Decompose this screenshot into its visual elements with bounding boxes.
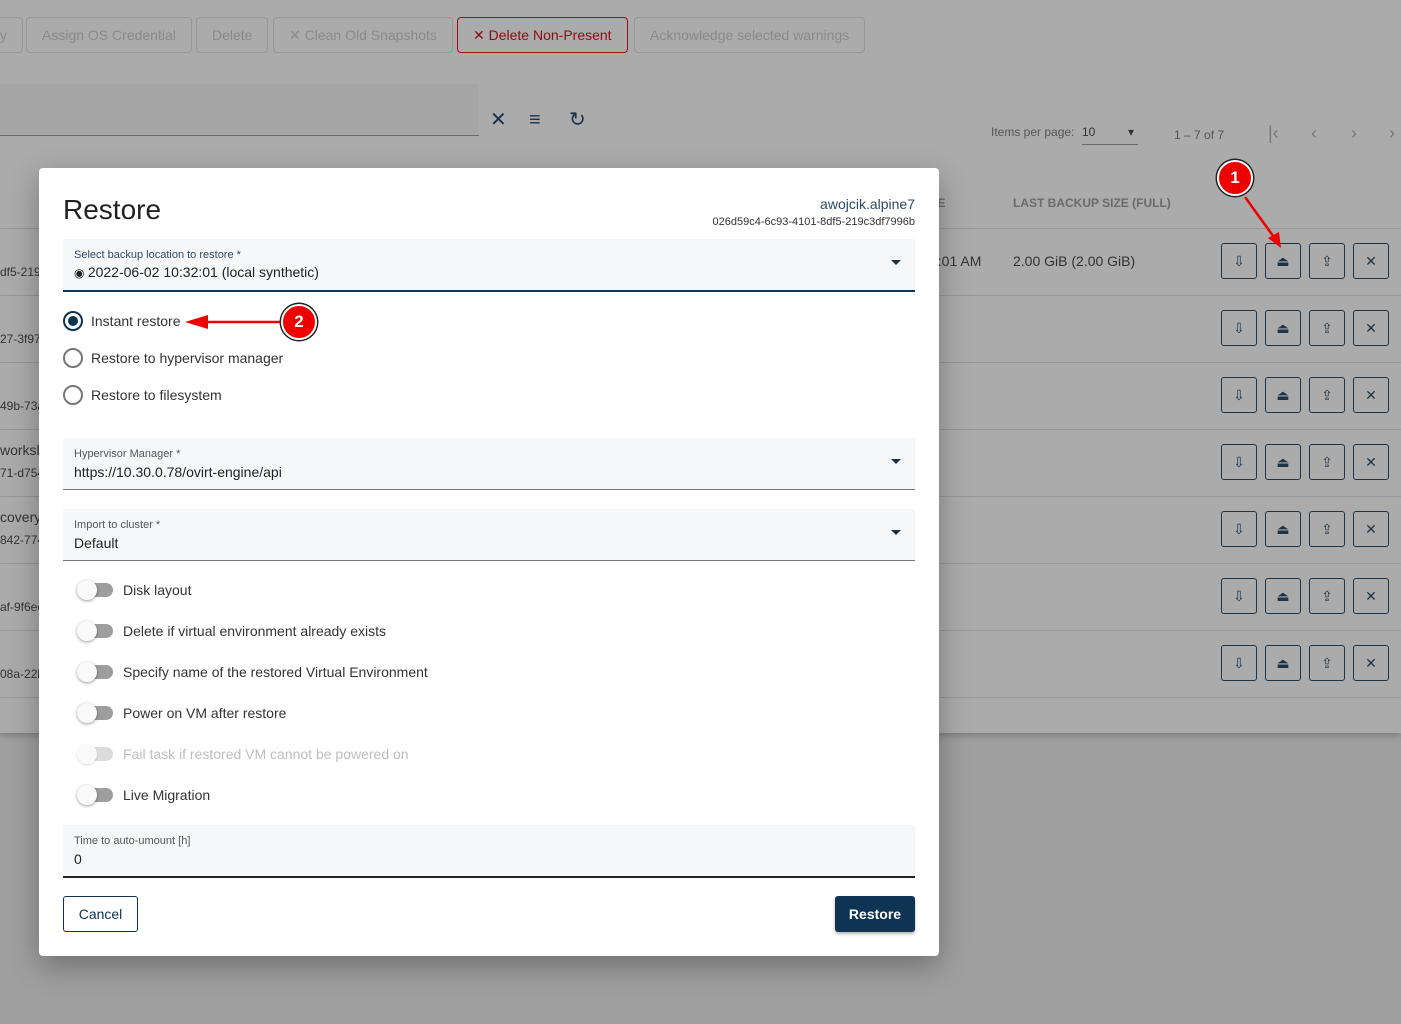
arrow-1-line (1243, 196, 1278, 241)
annotation-arrows (185, 196, 1281, 329)
annotation-badge-1: 1 (1217, 160, 1253, 196)
arrow-2-head (185, 315, 208, 329)
annotation-badge-2: 2 (281, 304, 317, 340)
arrow-1-head (1268, 232, 1281, 248)
